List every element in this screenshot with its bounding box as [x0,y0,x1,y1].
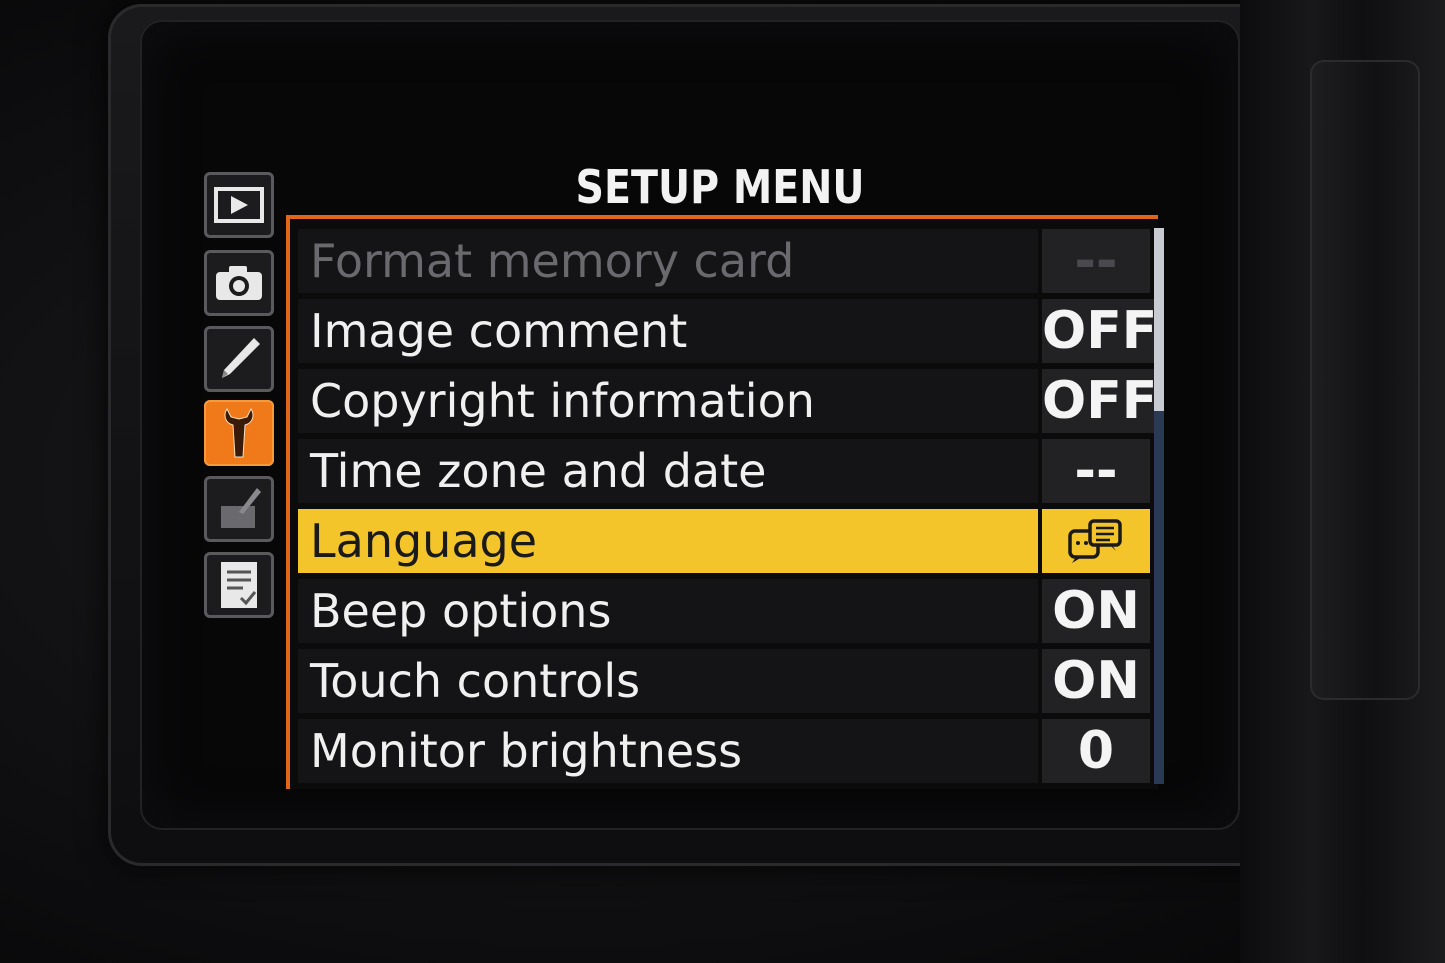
hinge-block [1310,60,1420,700]
playback-menu-tab[interactable] [204,172,274,238]
menu-item-value [1042,509,1150,573]
menu-item-image-comment[interactable]: Image comment OFF [298,299,1158,363]
playback-icon [214,187,264,223]
menu-title: SETUP MENU [575,160,865,214]
menu-list: Format memory card -- Image comment OFF … [286,215,1158,789]
menu-item-value: -- [1042,229,1150,293]
setup-menu-tab[interactable] [204,400,274,466]
menu-item-label: Copyright information [298,369,1038,433]
language-icon [1068,519,1122,563]
my-menu-list-icon [221,562,257,608]
menu-item-language[interactable]: Language [298,509,1154,573]
menu-item-monitor-brightness[interactable]: Monitor brightness 0 [298,719,1154,783]
menu-item-copyright-information[interactable]: Copyright information OFF [298,369,1158,433]
menu-item-value: OFF [1042,369,1158,433]
camera-icon [216,266,262,300]
my-menu-tab[interactable] [204,552,274,618]
menu-item-label: Touch controls [298,649,1038,713]
menu-item-label: Image comment [298,299,1038,363]
menu-item-value: ON [1042,579,1150,643]
photo-shooting-menu-tab[interactable] [204,250,274,316]
retouch-brush-icon [221,488,261,528]
wrench-icon [224,408,254,458]
menu-item-value: OFF [1042,299,1158,363]
scrollbar-thumb[interactable] [1154,228,1164,411]
menu-item-label: Beep options [298,579,1038,643]
pencil-icon [222,338,260,378]
menu-item-label: Time zone and date [298,439,1038,503]
menu-item-label: Language [298,509,1038,573]
menu-item-label: Monitor brightness [298,719,1038,783]
menu-item-time-zone-and-date[interactable]: Time zone and date -- [298,439,1154,503]
menu-item-value: -- [1042,439,1150,503]
menu-item-touch-controls[interactable]: Touch controls ON [298,649,1154,713]
menu-item-value: 0 [1042,719,1150,783]
menu-item-beep-options[interactable]: Beep options ON [298,579,1154,643]
menu-item-format-memory-card[interactable]: Format memory card -- [298,229,1154,293]
retouch-menu-tab[interactable] [204,476,274,542]
menu-item-value: ON [1042,649,1150,713]
menu-scrollbar[interactable] [1154,228,1164,784]
menu-item-label: Format memory card [298,229,1038,293]
custom-settings-menu-tab[interactable] [204,326,274,392]
